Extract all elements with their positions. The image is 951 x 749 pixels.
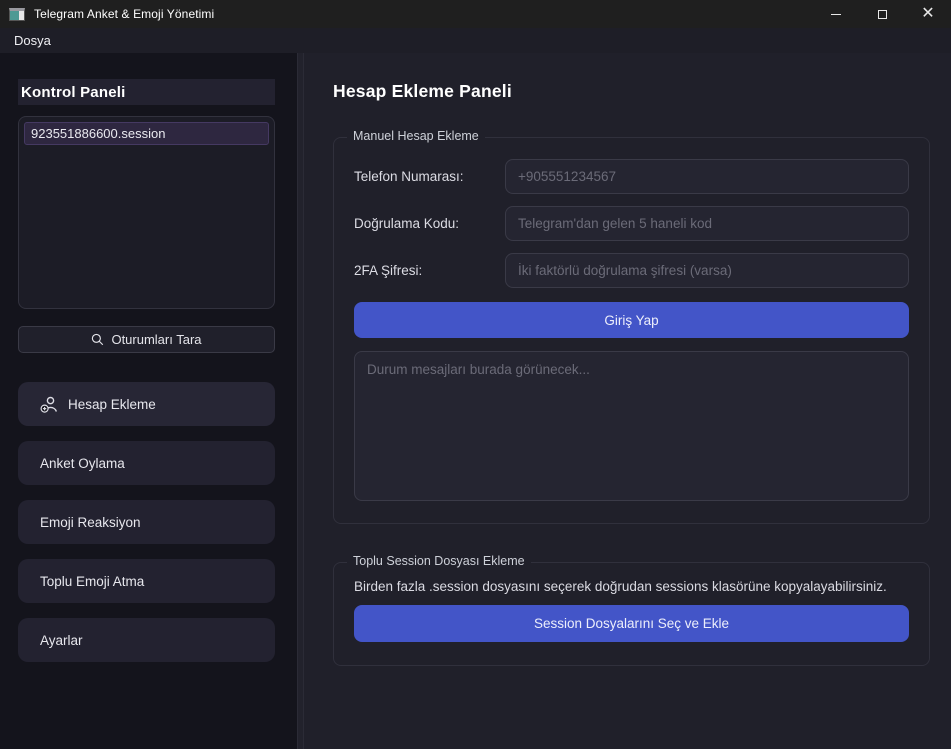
close-icon: ✕ [921, 6, 934, 22]
scan-sessions-label: Oturumları Tara [111, 332, 201, 347]
minimize-button[interactable] [813, 0, 859, 28]
titlebar: Telegram Anket & Emoji Yönetimi ✕ [0, 0, 951, 28]
sidebar-item-hesap-ekleme[interactable]: Hesap Ekleme [18, 382, 275, 426]
bulk-session-info-text: Birden fazla .session dosyasını seçerek … [354, 579, 909, 594]
menu-item-dosya[interactable]: Dosya [8, 31, 57, 50]
close-button[interactable]: ✕ [905, 0, 951, 28]
verification-code-input[interactable] [505, 206, 909, 241]
code-row: Doğrulama Kodu: [354, 206, 909, 241]
sidebar-nav: Hesap Ekleme Anket Oylama Emoji Reaksiyo… [18, 382, 275, 662]
sidebar-item-label: Emoji Reaksiyon [40, 515, 141, 530]
app-icon [9, 8, 25, 21]
sidebar-item-anket-oylama[interactable]: Anket Oylama [18, 441, 275, 485]
sidebar-item-label: Toplu Emoji Atma [40, 574, 144, 589]
window-title: Telegram Anket & Emoji Yönetimi [34, 7, 214, 21]
code-label: Doğrulama Kodu: [354, 216, 505, 231]
sidebar-item-label: Anket Oylama [40, 456, 125, 471]
scan-sessions-button[interactable]: Oturumları Tara [18, 326, 275, 353]
login-button[interactable]: Giriş Yap [354, 302, 909, 338]
person-add-icon [40, 396, 59, 413]
page-title: Hesap Ekleme Paneli [333, 81, 930, 102]
sidebar-item-label: Ayarlar [40, 633, 83, 648]
bulk-session-group-title: Toplu Session Dosyası Ekleme [347, 554, 531, 568]
twofa-password-input[interactable] [505, 253, 909, 288]
twofa-row: 2FA Şifresi: [354, 253, 909, 288]
sidebar-heading: Kontrol Paneli [18, 79, 275, 105]
status-messages-box[interactable] [354, 351, 909, 501]
phone-row: Telefon Numarası: [354, 159, 909, 194]
sidebar-item-emoji-reaksiyon[interactable]: Emoji Reaksiyon [18, 500, 275, 544]
maximize-button[interactable] [859, 0, 905, 28]
app-window: Telegram Anket & Emoji Yönetimi ✕ Dosya … [0, 0, 951, 749]
content-area: Kontrol Paneli 923551886600.session Otur… [0, 53, 951, 749]
twofa-label: 2FA Şifresi: [354, 263, 505, 278]
sidebar-item-ayarlar[interactable]: Ayarlar [18, 618, 275, 662]
window-controls: ✕ [813, 0, 951, 28]
search-icon [91, 333, 104, 346]
session-list[interactable]: 923551886600.session [18, 116, 275, 309]
minimize-icon [831, 14, 841, 15]
select-session-files-button[interactable]: Session Dosyalarını Seç ve Ekle [354, 605, 909, 642]
sidebar-splitter[interactable] [297, 53, 304, 749]
phone-input[interactable] [505, 159, 909, 194]
sidebar-item-label: Hesap Ekleme [68, 397, 156, 412]
manual-account-group-title: Manuel Hesap Ekleme [347, 129, 485, 143]
sidebar: Kontrol Paneli 923551886600.session Otur… [0, 53, 297, 749]
manual-account-group: Manuel Hesap Ekleme Telefon Numarası: Do… [333, 137, 930, 524]
menubar: Dosya [0, 28, 951, 53]
maximize-icon [878, 10, 887, 19]
sidebar-item-toplu-emoji-atma[interactable]: Toplu Emoji Atma [18, 559, 275, 603]
phone-label: Telefon Numarası: [354, 169, 505, 184]
bulk-session-group: Toplu Session Dosyası Ekleme Birden fazl… [333, 562, 930, 666]
session-list-item[interactable]: 923551886600.session [24, 122, 269, 145]
main-panel: Hesap Ekleme Paneli Manuel Hesap Ekleme … [304, 53, 951, 749]
